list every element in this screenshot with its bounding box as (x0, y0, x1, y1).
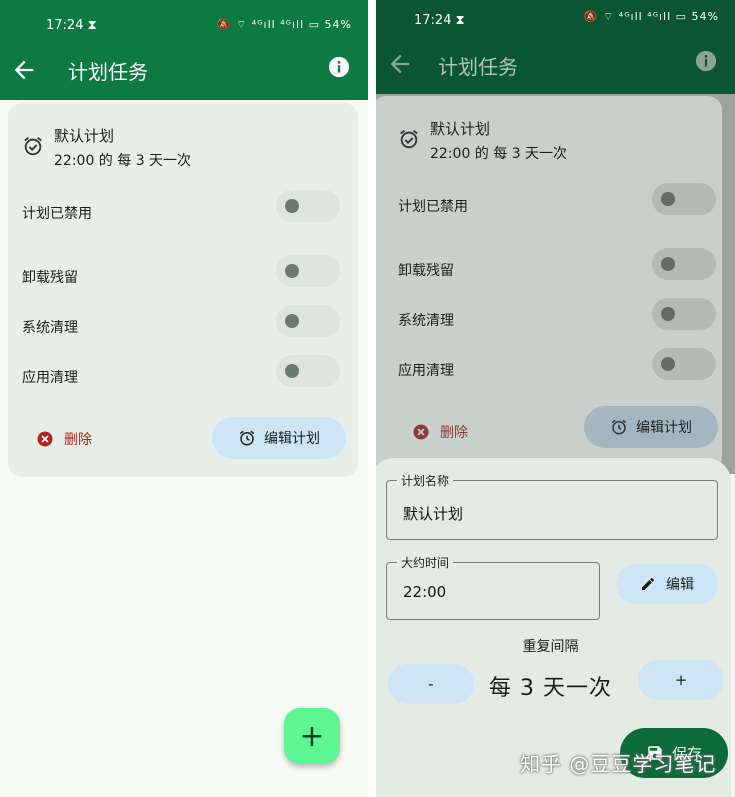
app-bar: 17:24 ⧗ 🔕 ⌔ ⁴ᴳıll ⁴ᴳıll ▭ 54% 计划任务 (0, 0, 368, 100)
alarm-clock-icon (24, 137, 42, 156)
status-bar: 17:24 ⧗ 🔕 ⌔ ⁴ᴳıll ⁴ᴳıll ▭ 54% (376, 0, 735, 46)
plan-card: 默认计划 22:00 的 每 3 天一次 计划已禁用 卸载残留 系统清理 应用清… (8, 103, 358, 477)
toggle-plan-disabled[interactable] (652, 183, 716, 215)
row-label-system-clean: 系统清理 (22, 320, 78, 336)
cancel-circle-icon (413, 424, 429, 440)
alarm-clock-icon (400, 130, 418, 149)
plan-schedule: 22:00 的 每 3 天一次 (54, 153, 192, 169)
row-label-plan-disabled: 计划已禁用 (398, 199, 468, 215)
row-label-plan-disabled: 计划已禁用 (22, 206, 92, 222)
plan-card-dimmed: 默认计划 22:00 的 每 3 天一次 计划已禁用 卸载残留 系统清理 应用清… (376, 96, 722, 470)
screenshot-divider (368, 0, 376, 797)
app-bar-dimmed: 17:24 ⧗ 🔕 ⌔ ⁴ᴳıll ⁴ᴳıll ▭ 54% 计划任务 (376, 0, 735, 94)
back-arrow-icon[interactable] (10, 56, 38, 84)
toggle-plan-disabled[interactable] (276, 190, 340, 222)
approx-time-field-label: 大约时间 (397, 554, 454, 571)
status-bar: 17:24 ⧗ 🔕 ⌔ ⁴ᴳıll ⁴ᴳıll ▭ 54% (0, 0, 368, 46)
toggle-uninstall-residue[interactable] (276, 255, 340, 287)
toggle-uninstall-residue[interactable] (652, 248, 716, 280)
toggle-knob (285, 264, 299, 278)
toggle-knob (661, 257, 675, 271)
info-icon[interactable] (328, 56, 350, 78)
edit-time-button[interactable]: 编辑 (616, 564, 718, 604)
toggle-knob (285, 199, 299, 213)
back-arrow-icon[interactable] (386, 50, 414, 78)
phone-screen-editor: 17:24 ⧗ 🔕 ⌔ ⁴ᴳıll ⁴ᴳıll ▭ 54% 计划任务 默认计划 … (376, 0, 735, 797)
toggle-app-clean[interactable] (652, 348, 716, 380)
toggle-knob (661, 307, 675, 321)
plan-name: 默认计划 (54, 127, 115, 145)
status-time: 17:24 ⧗ (46, 18, 97, 33)
toggle-knob (661, 192, 675, 206)
row-label-app-clean: 应用清理 (22, 370, 78, 386)
plan-name-field-value: 默认计划 (403, 505, 464, 523)
plan-schedule: 22:00 的 每 3 天一次 (430, 146, 568, 162)
status-icons: 🔕 ⌔ ⁴ᴳıll ⁴ᴳıll ▭ 54% (583, 10, 719, 23)
delete-button[interactable]: 删除 (412, 414, 468, 450)
status-time: 17:24 ⧗ (414, 13, 465, 28)
edit-plan-label: 编辑计划 (264, 431, 320, 447)
edit-plan-label: 编辑计划 (636, 420, 692, 436)
pencil-icon (642, 578, 654, 590)
alarm-clock-icon (611, 419, 627, 435)
toggle-knob (285, 314, 299, 328)
edit-plan-bottom-sheet: 计划名称 默认计划 大约时间 22:00 编辑 重复间隔 - 每 3 天一次 +… (376, 458, 731, 797)
page-title: 计划任务 (438, 55, 518, 79)
phone-screen-main: 17:24 ⧗ 🔕 ⌔ ⁴ᴳıll ⁴ᴳıll ▭ 54% 计划任务 默认计划 … (0, 0, 368, 797)
page-title: 计划任务 (68, 60, 148, 84)
edit-time-label: 编辑 (666, 577, 694, 593)
delete-label: 删除 (64, 432, 92, 448)
plan-name-field[interactable]: 计划名称 默认计划 (386, 472, 718, 540)
watermark: 知乎 @豆豆学习笔记 (520, 752, 717, 776)
status-icons: 🔕 ⌔ ⁴ᴳıll ⁴ᴳıll ▭ 54% (216, 18, 352, 31)
edit-plan-button[interactable]: 编辑计划 (212, 417, 346, 459)
delete-label: 删除 (440, 425, 468, 441)
alarm-clock-icon (239, 430, 255, 446)
cancel-circle-icon (37, 431, 53, 447)
info-icon[interactable] (695, 50, 717, 72)
toggle-app-clean[interactable] (276, 355, 340, 387)
increase-interval-button[interactable]: + (638, 660, 724, 700)
toggle-knob (285, 364, 299, 378)
approx-time-field[interactable]: 大约时间 22:00 (386, 554, 600, 620)
row-label-system-clean: 系统清理 (398, 313, 454, 329)
toggle-knob (661, 357, 675, 371)
add-plan-fab[interactable]: + (284, 708, 340, 764)
row-label-app-clean: 应用清理 (398, 363, 454, 379)
repeat-interval-label: 重复间隔 (522, 639, 579, 655)
plan-name: 默认计划 (430, 120, 491, 138)
edit-plan-button[interactable]: 编辑计划 (584, 406, 718, 448)
delete-button[interactable]: 删除 (36, 421, 92, 457)
row-label-uninstall-residue: 卸载残留 (22, 270, 78, 286)
toggle-system-clean[interactable] (276, 305, 340, 337)
row-label-uninstall-residue: 卸载残留 (398, 263, 454, 279)
approx-time-field-value: 22:00 (403, 583, 447, 601)
toggle-system-clean[interactable] (652, 298, 716, 330)
plan-name-field-label: 计划名称 (397, 472, 454, 489)
